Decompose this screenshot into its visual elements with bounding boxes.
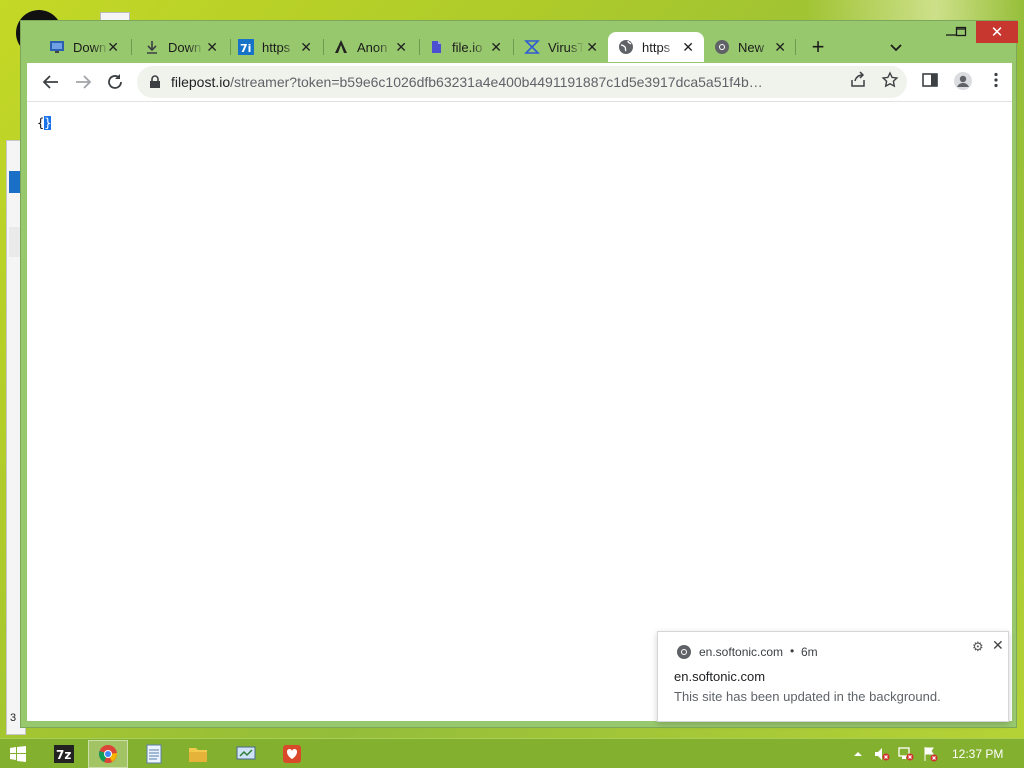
download-icon — [144, 39, 160, 55]
side-panel-icon[interactable] — [921, 71, 939, 89]
background-window-number: 3 — [10, 712, 17, 724]
action-center-flag-icon[interactable] — [922, 746, 938, 762]
notification-origin: en.softonic.com — [699, 645, 784, 659]
close-window-button[interactable]: ✕ — [976, 21, 1018, 43]
show-hidden-icons-chevron-icon[interactable] — [850, 746, 866, 762]
file-explorer-icon[interactable] — [178, 740, 218, 768]
tab-search-chevron-icon[interactable] — [887, 39, 905, 57]
chrome-icon — [714, 39, 730, 55]
7zip-icon: 7i — [238, 39, 254, 55]
tab-strip: Down ✕ Down ✕ 7i https ✕ Anon ✕ file.io … — [21, 21, 1018, 63]
tab-title: Down — [73, 39, 107, 55]
close-tab-icon[interactable]: ✕ — [206, 39, 218, 55]
json-response: {} — [37, 116, 52, 130]
profile-avatar-icon[interactable] — [953, 71, 972, 90]
virustotal-icon — [524, 39, 540, 55]
chrome-icon — [676, 644, 692, 660]
tab-download-2[interactable]: Down ✕ — [134, 32, 228, 62]
back-arrow-icon[interactable] — [39, 70, 63, 94]
tab-fileio[interactable]: file.io ✕ — [418, 32, 512, 62]
tab-title: file.io — [452, 39, 483, 55]
forward-arrow-icon[interactable] — [71, 70, 95, 94]
notification-toast[interactable]: en.softonic.com • 6m ⚙ ✕ en.softonic.com… — [657, 631, 1009, 722]
monitor-icon — [49, 39, 65, 55]
7zip-icon[interactable]: 7z — [44, 740, 84, 768]
tab-title: Down — [168, 39, 202, 55]
notification-separator: • — [790, 644, 795, 658]
taskbar: 7z 12:37 PM — [0, 738, 1024, 768]
lock-icon[interactable] — [149, 75, 161, 89]
more-menu-icon[interactable] — [987, 71, 1005, 89]
close-tab-icon[interactable]: ✕ — [682, 39, 694, 55]
tab-title: https — [262, 39, 291, 55]
tab-virustotal[interactable]: VirusT ✕ — [514, 32, 608, 62]
notepad-icon[interactable] — [134, 740, 174, 768]
bookmark-star-icon[interactable] — [881, 71, 899, 89]
browser-window: Down ✕ Down ✕ 7i https ✕ Anon ✕ file.io … — [20, 20, 1018, 728]
tab-title: https — [642, 39, 671, 55]
tab-anon[interactable]: Anon ✕ — [323, 32, 417, 62]
address-bar[interactable]: filepost.io /streamer?token=b59e6c1026df… — [137, 66, 907, 98]
close-tab-icon[interactable]: ✕ — [107, 39, 119, 55]
tab-title: New — [738, 39, 765, 55]
tab-filepost-active[interactable]: https ✕ — [608, 32, 704, 62]
close-tab-icon[interactable]: ✕ — [586, 39, 598, 55]
tab-download-1[interactable]: Down ✕ — [39, 32, 129, 62]
network-icon[interactable] — [226, 740, 266, 768]
reload-icon[interactable] — [103, 70, 127, 94]
notification-title: en.softonic.com — [674, 669, 766, 684]
share-icon[interactable] — [849, 71, 867, 89]
tab-separator — [131, 39, 132, 55]
close-tab-icon[interactable]: ✕ — [490, 39, 502, 55]
anonymous-icon — [333, 39, 349, 55]
fileio-icon — [428, 39, 444, 55]
windows-start-icon[interactable] — [10, 746, 26, 762]
gear-icon[interactable]: ⚙ — [972, 639, 984, 655]
svg-text:7z: 7z — [56, 748, 71, 762]
tab-7zip[interactable]: 7i https ✕ — [228, 32, 322, 62]
json-close-brace-selected: } — [44, 116, 52, 130]
url-path: /streamer?token=b59e6c1026dfb63231a4e400… — [230, 74, 771, 90]
close-tab-icon[interactable]: ✕ — [774, 39, 786, 55]
svg-text:7i: 7i — [240, 42, 251, 55]
tab-new[interactable]: New ✕ — [704, 32, 796, 62]
url-host: filepost.io — [171, 74, 231, 90]
page-content[interactable]: {} — [27, 101, 1012, 721]
tab-separator — [795, 39, 796, 55]
network-status-icon[interactable] — [898, 746, 914, 762]
app-icon[interactable] — [272, 740, 312, 768]
close-tab-icon[interactable]: ✕ — [300, 39, 312, 55]
close-tab-icon[interactable]: ✕ — [395, 39, 407, 55]
notification-body: This site has been updated in the backgr… — [674, 689, 941, 704]
close-icon[interactable]: ✕ — [992, 637, 1004, 654]
tab-title: VirusT — [548, 39, 584, 55]
globe-icon — [618, 39, 634, 55]
tab-title: Anon — [357, 39, 388, 55]
chrome-icon[interactable] — [88, 740, 128, 768]
system-clock[interactable]: 12:37 PM — [952, 747, 1003, 761]
browser-toolbar: filepost.io /streamer?token=b59e6c1026df… — [27, 63, 1012, 101]
volume-muted-icon[interactable] — [874, 746, 890, 762]
new-tab-button[interactable]: + — [807, 36, 829, 59]
maximize-button[interactable] — [947, 21, 975, 43]
notification-time: 6m — [801, 645, 818, 659]
